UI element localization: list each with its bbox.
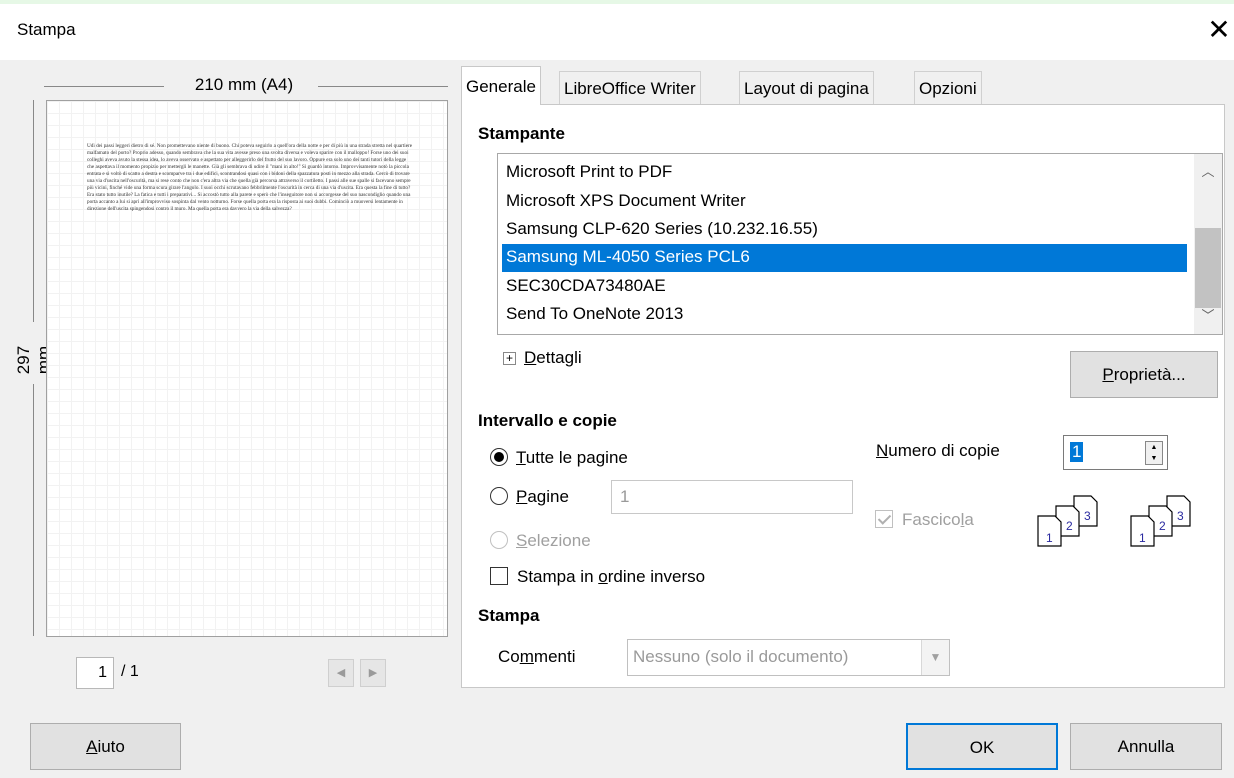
page-width-label: 210 mm (A4)	[194, 75, 294, 94]
print-section-title: Stampa	[478, 606, 540, 625]
collate-pages-icon: 3 2 1	[1037, 495, 1098, 547]
selection-radio[interactable]: Selezione	[490, 531, 591, 551]
comments-select[interactable]: Nessuno (solo il documento) ▼	[627, 639, 950, 676]
properties-button[interactable]: Proprietà...	[1070, 351, 1218, 398]
copies-label: Numero di copie	[876, 441, 1000, 460]
copies-stepper[interactable]: 1 ▲ ▼	[1063, 435, 1168, 470]
next-page-button[interactable]: ▶	[360, 659, 386, 687]
page-number-input[interactable]: 1	[76, 657, 114, 689]
spin-up-icon[interactable]: ▲	[1146, 442, 1162, 453]
width-dimension-line-right	[318, 86, 448, 87]
collate-pages-icon: 3 2 1	[1130, 495, 1191, 547]
collate-checkbox[interactable]: Fascicola	[875, 510, 974, 530]
expand-plus-icon: +	[503, 352, 516, 365]
radio-checked-icon	[490, 448, 508, 466]
radio-disabled-icon	[490, 531, 508, 549]
height-dimension-line-top	[33, 100, 34, 322]
dialog-title: Stampa	[17, 20, 76, 39]
scroll-thumb[interactable]	[1195, 228, 1221, 308]
title-bar	[0, 0, 1234, 60]
scroll-up-icon[interactable]: ︿	[1194, 160, 1222, 184]
checkbox-unchecked-icon	[490, 567, 508, 585]
tab-opzioni[interactable]: Opzioni	[914, 71, 982, 104]
printer-item[interactable]: Microsoft XPS Document Writer	[502, 188, 1187, 216]
page-preview: Udì dei passi leggeri dietro di sé. Non …	[46, 100, 448, 637]
width-dimension-line-left	[44, 86, 164, 87]
printer-item[interactable]: Samsung CLP-620 Series (10.232.16.55)	[502, 216, 1187, 244]
tab-generale[interactable]: Generale	[461, 66, 541, 105]
printer-item[interactable]: Send To OneNote 2013	[502, 301, 1187, 329]
printer-item-selected[interactable]: Samsung ML-4050 Series PCL6	[502, 244, 1187, 272]
reverse-order-checkbox[interactable]: Stampa in ordine inverso	[490, 567, 705, 587]
pages-radio[interactable]: Pagine	[490, 487, 569, 507]
spinner-buttons[interactable]: ▲ ▼	[1145, 441, 1163, 465]
radio-unchecked-icon	[490, 487, 508, 505]
comments-label: Commenti	[498, 647, 576, 666]
printer-item[interactable]: Microsoft Print to PDF	[502, 159, 1187, 187]
top-accent-strip	[0, 0, 1234, 4]
svg-text:3: 3	[1084, 509, 1091, 523]
range-section-title: Intervallo e copie	[478, 411, 617, 430]
tab-layout-di-pagina[interactable]: Layout di pagina	[739, 71, 874, 104]
printer-list[interactable]: Microsoft Print to PDF Microsoft XPS Doc…	[497, 153, 1223, 335]
page-total-label: / 1	[121, 663, 139, 680]
svg-text:2: 2	[1159, 519, 1166, 533]
comments-selected-value: Nessuno (solo il documento)	[633, 647, 849, 666]
preview-body-text: Udì dei passi leggeri dietro di sé. Non …	[87, 143, 413, 212]
height-dimension-line-bottom	[33, 384, 34, 636]
scroll-down-icon[interactable]: ﹀	[1194, 304, 1222, 328]
details-expander[interactable]: + Dettagli	[503, 348, 582, 368]
help-button[interactable]: Aiuto	[30, 723, 181, 770]
cancel-button[interactable]: Annulla	[1070, 723, 1222, 770]
chevron-down-icon[interactable]: ▼	[921, 640, 949, 675]
printer-item[interactable]: SEC30CDA73480AE	[502, 273, 1187, 301]
svg-text:1: 1	[1046, 531, 1053, 545]
printer-list-scrollbar[interactable]: ︿ ﹀	[1194, 154, 1222, 334]
svg-text:3: 3	[1177, 509, 1184, 523]
all-pages-radio[interactable]: Tutte le pagine	[490, 448, 628, 468]
previous-page-button[interactable]: ◀	[328, 659, 354, 687]
svg-text:1: 1	[1139, 531, 1146, 545]
svg-text:2: 2	[1066, 519, 1073, 533]
checkbox-disabled-checked-icon	[875, 510, 893, 528]
pages-input[interactable]: 1	[611, 480, 853, 514]
printer-section-title: Stampante	[478, 124, 565, 143]
spin-down-icon[interactable]: ▼	[1146, 453, 1162, 464]
tab-libreoffice-writer[interactable]: LibreOffice Writer	[559, 71, 701, 104]
copies-value[interactable]: 1	[1070, 442, 1084, 462]
ok-button[interactable]: OK	[906, 723, 1058, 770]
close-icon[interactable]: ✕	[1204, 12, 1234, 48]
